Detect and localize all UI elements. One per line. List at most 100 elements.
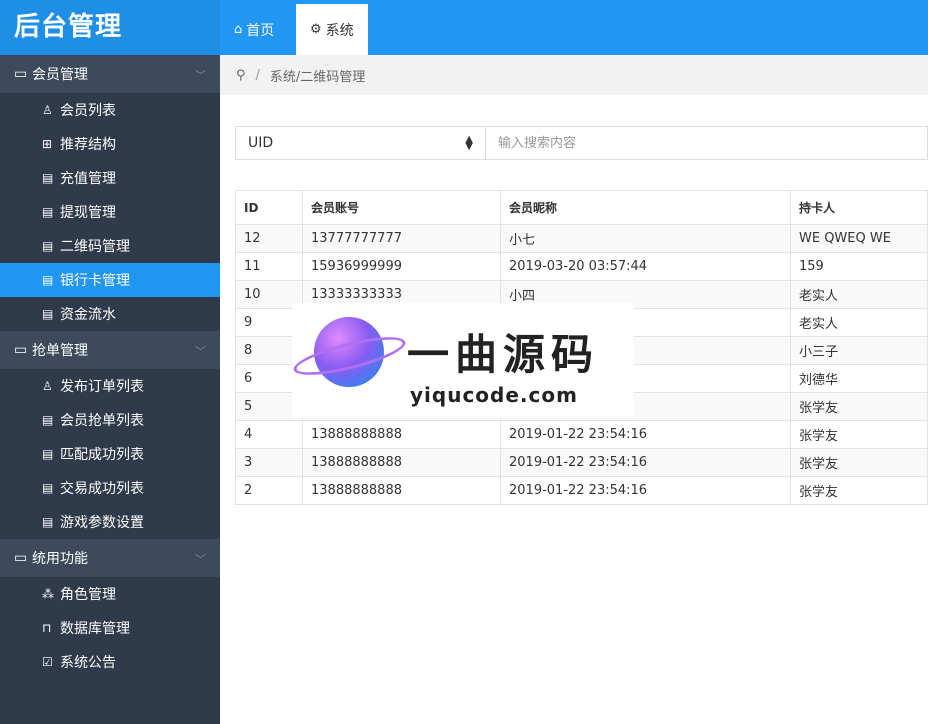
document-icon: ▤ [42,447,54,461]
document-icon: ▤ [42,481,54,495]
cell-nickname: 2019-01-22 23:54:16 [500,420,791,449]
table-row[interactable]: 4 13888888888 2019-01-22 23:54:16 张学友 [235,420,928,449]
cell-nickname: 2019-01-22 23:54:16 [500,448,791,477]
cell-nickname: 2019-03-20 03:57:44 [500,252,791,281]
sidebar-item-label: 交易成功列表 [60,481,144,497]
table-row[interactable]: 2 13888888888 2019-01-22 23:54:16 张学友 [235,476,928,505]
tab-home[interactable]: ⌂ 首页 [220,4,288,55]
home-icon: ⌂ [234,22,243,37]
lock-icon: ⊓ [42,621,52,635]
sidebar-item[interactable]: ⊓ 数据库管理 [0,611,220,645]
column-header-nickname[interactable]: 会员昵称 [500,190,791,225]
sidebar-item[interactable]: ▤ 资金流水 [0,297,220,331]
sidebar-group-header[interactable]: ▭ 统用功能 ﹀ [0,539,220,577]
sidebar-item[interactable]: ▤ 会员抢单列表 [0,403,220,437]
sidebar-item-label: 系统公告 [60,655,116,671]
cell-nickname: 小七 [500,224,791,253]
user-icon: ♙ [42,379,53,393]
select-arrow-icon: ▲ ▼ [465,134,473,152]
folder-open-icon: ▭ [14,550,28,566]
sidebar-item-label: 资金流水 [60,307,116,323]
cell-cardholder: 刘德华 [790,364,928,393]
cell-cardholder: 小三子 [790,336,928,365]
sidebar-item[interactable]: ▤ 匹配成功列表 [0,437,220,471]
breadcrumb-path: 系统/二维码管理 [269,69,366,85]
document-icon: ▤ [42,239,54,253]
search-input[interactable] [486,126,928,160]
sidebar-item-label: 会员抢单列表 [60,413,144,429]
chevron-down-icon: ﹀ [195,345,206,358]
sidebar: 后台管理 ▭ 会员管理 ﹀ ♙ 会员列表 ⊞ 推荐结构 ▤ 充值管理 ▤ 提现管理 ▤ 二维码管理 ▤ 银行… [0,0,220,724]
document-icon: ▤ [42,413,54,427]
checkbox-icon: ☑ [42,655,53,669]
breadcrumb-separator: / [255,67,260,83]
gear-icon: ⚙ [310,22,322,37]
grid-icon: ⊞ [42,137,53,151]
cell-cardholder: 张学友 [790,448,928,477]
column-header-id[interactable]: ID [235,190,303,225]
top-bar: ⌂ 首页 ⚙ 系统 [220,0,928,55]
watermark-text-en: yiqucode.com [410,383,578,407]
cell-cardholder: 张学友 [790,420,928,449]
watermark-text-cn: 一曲源码 [407,330,600,379]
table-row[interactable]: 3 13888888888 2019-01-22 23:54:16 张学友 [235,448,928,477]
sidebar-group-header[interactable]: ▭ 抢单管理 ﹀ [0,331,220,369]
column-header-account[interactable]: 会员账号 [302,190,501,225]
tab-label: 系统 [325,22,354,39]
search-bar: UID ▲ ▼ [235,126,928,160]
sidebar-item[interactable]: ▤ 交易成功列表 [0,471,220,505]
sidebar-item-label: 数据库管理 [60,621,130,637]
cell-cardholder: 老实人 [790,308,928,337]
cell-id: 12 [235,224,303,253]
document-icon: ▤ [42,515,54,529]
cell-cardholder: 张学友 [790,392,928,421]
document-icon: ▤ [42,205,54,219]
app-logo[interactable]: 后台管理 [0,0,220,55]
map-pin-icon: ⚲ [236,67,246,83]
cell-account: 13777777777 [302,224,501,253]
sidebar-item-label: 发布订单列表 [60,379,144,395]
sidebar-item[interactable]: ♙ 发布订单列表 [0,369,220,403]
breadcrumb: ⚲ / 系统/二维码管理 [220,55,928,95]
table-row[interactable]: 11 15936999999 2019-03-20 03:57:44 159 [235,252,928,281]
cell-cardholder: 张学友 [790,476,928,505]
sidebar-item[interactable]: ⁂ 角色管理 [0,577,220,611]
sidebar-item[interactable]: ☑ 系统公告 [0,645,220,679]
chevron-down-icon: ﹀ [195,69,206,82]
table-row[interactable]: 12 13777777777 小七 WE QWEQ WE [235,224,928,253]
sidebar-item-label: 提现管理 [60,205,116,221]
cell-account: 15936999999 [302,252,501,281]
document-icon: ▤ [42,171,54,185]
sidebar-item-label: 银行卡管理 [60,273,130,289]
sidebar-item[interactable]: ▤ 银行卡管理 [0,263,220,297]
table-header-row: ID 会员账号 会员昵称 持卡人 [235,190,928,225]
watermark-logo: 一曲源码 yiqucode.com [290,303,634,418]
cell-id: 11 [235,252,303,281]
chevron-down-icon: ﹀ [195,553,206,566]
sidebar-item[interactable]: ♙ 会员列表 [0,93,220,127]
sidebar-item[interactable]: ▤ 二维码管理 [0,229,220,263]
sidebar-item-label: 会员列表 [60,103,116,119]
user-icon: ♙ [42,103,53,117]
sitemap-icon: ⁂ [42,587,54,601]
sidebar-item-label: 推荐结构 [60,137,116,153]
document-icon: ▤ [42,273,54,287]
folder-open-icon: ▭ [14,342,28,358]
cell-account: 13888888888 [302,448,501,477]
sidebar-group-label: 会员管理 [32,67,88,83]
column-header-cardholder[interactable]: 持卡人 [790,190,928,225]
tab-system[interactable]: ⚙ 系统 [296,4,368,55]
sidebar-nav: ▭ 会员管理 ﹀ ♙ 会员列表 ⊞ 推荐结构 ▤ 充值管理 ▤ 提现管理 ▤ 二维码管理 ▤ 银行卡管理 ▤ 资… [0,55,220,679]
sidebar-item[interactable]: ⊞ 推荐结构 [0,127,220,161]
cell-cardholder: WE QWEQ WE [790,224,928,253]
document-icon: ▤ [42,307,54,321]
sidebar-item[interactable]: ▤ 充值管理 [0,161,220,195]
sidebar-item[interactable]: ▤ 游戏参数设置 [0,505,220,539]
cell-id: 4 [235,420,303,449]
cell-nickname: 2019-01-22 23:54:16 [500,476,791,505]
sidebar-item[interactable]: ▤ 提现管理 [0,195,220,229]
search-field-select[interactable]: UID ▲ ▼ [235,126,486,160]
sidebar-item-label: 角色管理 [60,587,116,603]
tab-label: 首页 [246,22,275,39]
sidebar-group-header[interactable]: ▭ 会员管理 ﹀ [0,55,220,93]
